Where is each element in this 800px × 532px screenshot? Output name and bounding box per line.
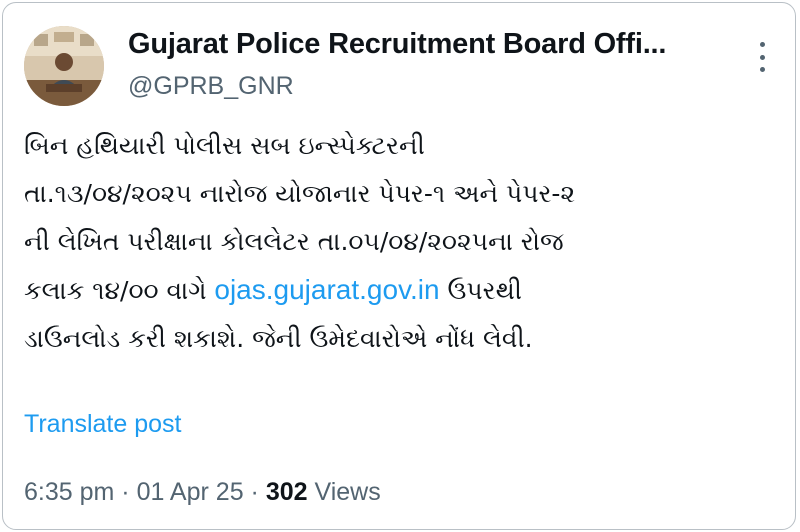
- tweet-line-fragment: કલાક ૧૪/૦૦ વાગે: [24, 276, 215, 305]
- tweet-line: ડાઉનલોડ કરી શકાશે. જેની ઉમેદવારોએ નોંધ લ…: [24, 324, 533, 353]
- tweet-line: તા.૧૩/૦૪/૨૦૨૫ નારોજ યોજાનાર પેપર-૧ અને પ…: [24, 179, 576, 208]
- views-label: Views: [314, 478, 381, 506]
- tweet-text: બિન હથિયારી પોલીસ સબ ઇન્સ્પેક્ટરની તા.૧૩…: [24, 122, 784, 363]
- more-dot: [759, 42, 765, 47]
- translate-post-link[interactable]: Translate post: [24, 410, 181, 439]
- tweet-line-fragment: ઉપરથી: [439, 276, 522, 305]
- avatar[interactable]: [24, 26, 104, 106]
- more-dot: [759, 67, 765, 72]
- author-display-name[interactable]: Gujarat Police Recruitment Board Offi...: [128, 28, 666, 61]
- tweet-line: કલાક ૧૪/૦૦ વાગે ojas.gujarat.gov.in ઉપરથ…: [24, 266, 784, 315]
- tweet-line: બિન હથિયારી પોલીસ સબ ઇન્સ્પેક્ટરની: [24, 131, 425, 160]
- more-dot: [759, 54, 765, 60]
- tweet-link[interactable]: ojas.gujarat.gov.in: [214, 274, 439, 305]
- more-options-icon[interactable]: [750, 42, 774, 72]
- tweet-line: ની લેખિત પરીક્ષાના કોલલેટર તા.૦૫/૦૪/૨૦૨૫…: [24, 227, 564, 256]
- meta-separator: ·: [114, 478, 137, 506]
- avatar-photo: [24, 26, 104, 106]
- post-time[interactable]: 6:35 pm: [24, 478, 114, 506]
- views-count: 302: [265, 478, 308, 506]
- tweet-metadata: 6:35 pm · 01 Apr 25 · 302 Views: [24, 478, 381, 507]
- meta-separator: ·: [243, 478, 266, 506]
- author-handle[interactable]: @GPRB_GNR: [128, 72, 294, 101]
- post-date[interactable]: 01 Apr 25: [137, 478, 244, 506]
